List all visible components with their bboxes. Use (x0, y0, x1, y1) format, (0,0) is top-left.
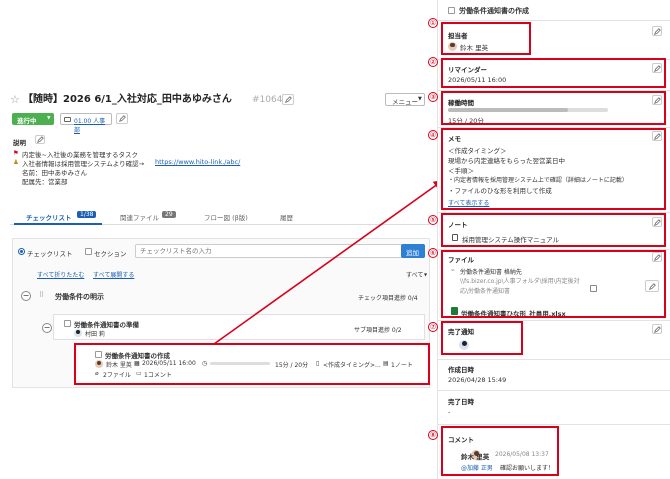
add-button[interactable]: 追加 (401, 244, 425, 258)
flag-icon: ⚑ (13, 149, 19, 157)
subitem-assignee: 村田 莉 (85, 331, 105, 338)
annotation-number: ⑦ (428, 322, 438, 332)
pencil-icon (36, 136, 44, 143)
radio-section[interactable] (85, 248, 92, 255)
tab-label: 関連ファイル (120, 214, 159, 222)
edit-assignee-button[interactable] (652, 26, 662, 36)
highlight-box-reminder (441, 58, 666, 88)
person-icon: ♟ (13, 158, 19, 166)
highlight-box-assignee (441, 22, 531, 55)
description-line: 配属先：営業部 (22, 178, 68, 186)
checklist-name-input[interactable] (135, 244, 425, 258)
divider (438, 424, 670, 425)
filter-select[interactable]: すべて (406, 270, 423, 279)
menu-button-label: メニュー (392, 98, 418, 106)
highlight-box-memo (441, 128, 666, 210)
tab-files[interactable]: 関連ファイル 29 (120, 208, 190, 225)
created-label: 作成日時 (448, 366, 474, 374)
subitem-title: 労働条件通知書の準備 (74, 321, 139, 329)
section-progress: チェック項目進捗 0/4 (358, 295, 418, 302)
status-label: 進行中 (17, 117, 37, 125)
edit-description-button[interactable] (35, 135, 45, 144)
radio-checklist[interactable] (18, 248, 25, 255)
divider (438, 390, 670, 391)
tab-flow[interactable]: フロー図 (β版) (204, 212, 248, 222)
collapse-subitem-icon[interactable]: − (42, 323, 52, 333)
highlight-box-comment (441, 426, 559, 476)
highlight-box-note (441, 213, 666, 247)
highlight-box-file (441, 250, 666, 318)
divider (438, 359, 670, 360)
dept-label: 01.00 人事部 (74, 118, 106, 134)
description-label: 説明 (13, 139, 26, 147)
collapse-section-icon[interactable]: − (21, 291, 31, 301)
subitem-checkbox[interactable] (64, 319, 71, 327)
pencil-icon (284, 96, 292, 103)
status-badge[interactable]: 進行中 ▼ (12, 113, 54, 125)
divider (438, 20, 670, 21)
annotation-number: ⑤ (428, 215, 438, 225)
highlight-box-done-notify (441, 321, 523, 355)
annotation-number: ④ (428, 130, 438, 140)
edit-title-button[interactable] (282, 94, 294, 105)
caret-down-icon: ▼ (418, 96, 422, 102)
detail-title: 労働条件通知書の作成 (459, 7, 529, 15)
created-value: 2026/04/28 15:49 (448, 376, 507, 384)
dept-tag[interactable]: 01.00 人事部 (60, 113, 112, 134)
item-highlight-box (74, 343, 430, 385)
tab-history[interactable]: 履歴 (280, 212, 293, 222)
star-icon[interactable]: ☆ (10, 93, 20, 106)
annotation-number: ⑥ (428, 248, 438, 258)
description-link[interactable]: https://www.hito-link./abc/ (155, 158, 240, 166)
tab-label: チェックリスト (26, 214, 72, 222)
avatar (74, 329, 82, 337)
pencil-icon (653, 27, 661, 35)
tab-checklist[interactable]: チェックリスト 1/38 (14, 208, 102, 225)
pencil-icon (653, 325, 661, 333)
menu-button[interactable]: メニュー ▼ (385, 93, 425, 106)
caret-down-icon: ▼ (424, 272, 428, 277)
annotation-number: ⑧ (428, 430, 438, 440)
highlight-box-work-time (441, 91, 666, 125)
edit-done-notify-button[interactable] (652, 324, 662, 334)
task-header: ☆ 【随時】2026 6/1_入社対応_田中あゆみさん #10642 (10, 93, 380, 107)
detail-checkbox[interactable] (448, 6, 455, 14)
radio-section-label: セクション (94, 250, 127, 258)
annotation-number: ① (428, 18, 438, 28)
section-title: 労働条件の明示 (55, 293, 104, 301)
tab-count: 29 (162, 211, 176, 218)
collapse-all-link[interactable]: すべて折りたたむ (37, 270, 84, 279)
description: 説明 ⚑ 内定後~入社後の業務を管理するタスク ♟ 入社者情報は採用管理システム… (13, 135, 373, 195)
annotation-number: ③ (428, 92, 438, 102)
tab-count: 1/38 (77, 211, 97, 218)
task-title: 【随時】2026 6/1_入社対応_田中あゆみさん (23, 94, 232, 105)
completed-label: 完了日時 (448, 398, 474, 406)
drag-handle-icon[interactable]: ⠿ (39, 291, 44, 299)
folder-icon (64, 117, 71, 122)
caret-down-icon: ▼ (47, 116, 51, 121)
pencil-icon (118, 115, 126, 122)
edit-dept-button[interactable] (116, 113, 128, 124)
radio-checklist-label: チェックリスト (27, 250, 73, 258)
annotation-number: ② (428, 57, 438, 67)
subitem-progress: サブ項目進捗 0/2 (354, 327, 402, 334)
add-button-label: 追加 (406, 249, 419, 257)
expand-all-link[interactable]: すべて展開する (93, 270, 134, 279)
completed-value: - (448, 408, 451, 416)
subitem-row[interactable]: 労働条件通知書の準備 村田 莉 サブ項目進捗 0/2 (53, 314, 425, 340)
